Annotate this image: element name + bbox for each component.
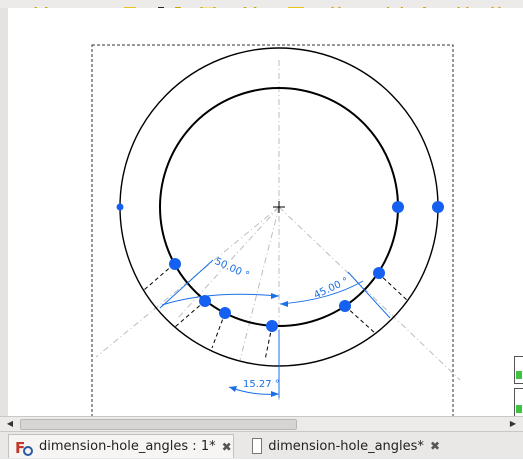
vertex-point[interactable]	[373, 267, 385, 279]
close-icon[interactable]: ✖	[430, 439, 440, 453]
document-icon	[252, 438, 263, 454]
drawing-svg: 50.00 ° 45.00 ° 15.27 °	[91, 44, 461, 421]
document-tab-bar: F dimension-hole_angles : 1* ✖ dimension…	[0, 431, 523, 459]
scroll-thumb[interactable]	[20, 419, 297, 430]
tab-document[interactable]: dimension-hole_angles* ✖	[246, 434, 446, 458]
tab-drawing-page[interactable]: F dimension-hole_angles : 1* ✖	[8, 434, 234, 458]
vertex-point[interactable]	[432, 201, 444, 213]
side-widget-top[interactable]	[514, 356, 523, 384]
angle-label-45: 45.00 °	[312, 276, 350, 302]
scroll-left-button[interactable]: ◀	[3, 417, 17, 431]
drawing-canvas[interactable]: 50.00 ° 45.00 ° 15.27 °	[8, 8, 523, 421]
vertex-point[interactable]	[199, 295, 211, 307]
vertex-point[interactable]	[169, 258, 181, 270]
vertex-point[interactable]	[219, 307, 231, 319]
vertex-point[interactable]	[339, 300, 351, 312]
tab-title: dimension-hole_angles*	[268, 438, 424, 454]
side-widget-bottom[interactable]	[514, 388, 523, 418]
drawing-page-icon: F	[15, 438, 33, 457]
tab-title: dimension-hole_angles : 1*	[39, 439, 216, 454]
status-green-icon	[516, 371, 522, 379]
left-panel-edge	[0, 8, 8, 416]
vertex-points	[116, 201, 444, 332]
construction-line-b	[239, 206, 280, 361]
scroll-right-button[interactable]: ▶	[506, 417, 520, 431]
horizontal-scrollbar[interactable]: ◀ ▶	[0, 416, 523, 431]
construction-line-right	[278, 206, 461, 381]
angle-label-50: 50.00 °	[213, 256, 251, 282]
vertex-point[interactable]	[266, 320, 278, 332]
toolbar	[0, 0, 523, 8]
vertex-point[interactable]	[116, 203, 124, 211]
page-frame	[91, 44, 454, 421]
status-green-icon	[516, 405, 522, 413]
angle-label-15: 15.27 °	[243, 379, 280, 390]
close-icon[interactable]: ✖	[222, 440, 232, 454]
vertex-point[interactable]	[392, 201, 404, 213]
